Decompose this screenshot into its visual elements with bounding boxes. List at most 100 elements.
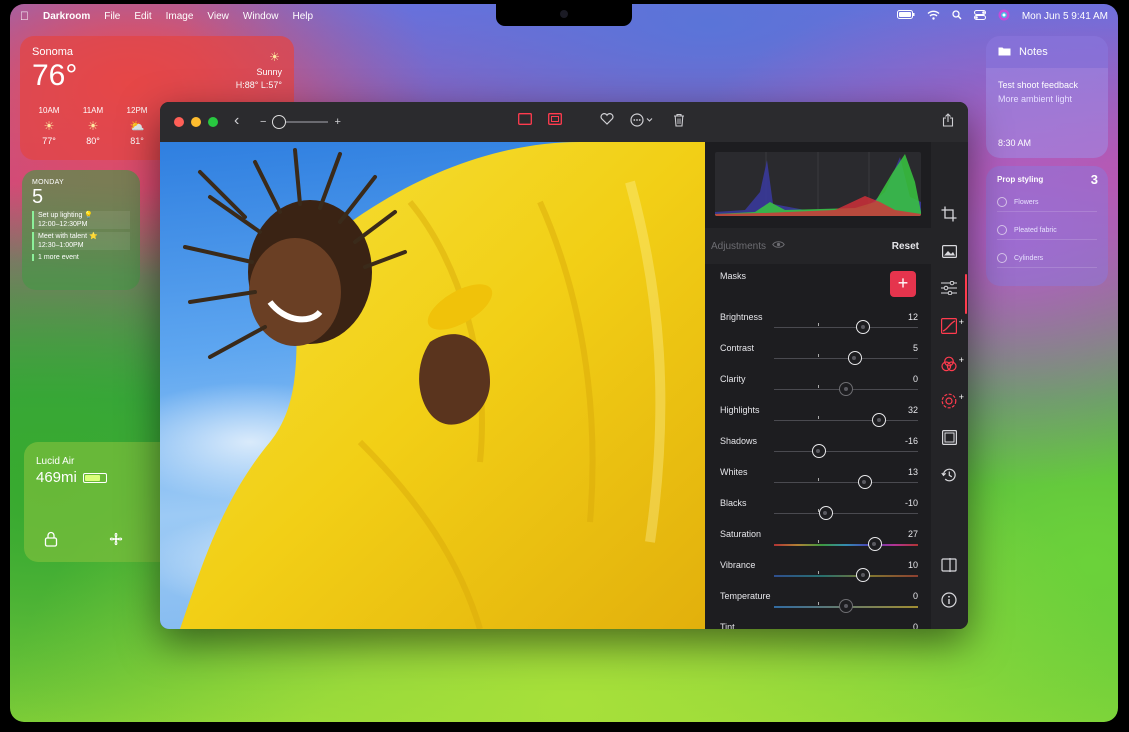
curves-icon[interactable]: + xyxy=(939,317,964,338)
color-icon[interactable]: + xyxy=(939,355,964,376)
crop-icon[interactable] xyxy=(939,206,959,226)
menu-file[interactable]: File xyxy=(104,11,120,22)
reminder-checkbox[interactable] xyxy=(997,225,1007,235)
wifi-icon[interactable] xyxy=(927,10,940,23)
fan-icon[interactable] xyxy=(108,531,124,550)
reset-button[interactable]: Reset xyxy=(892,241,919,252)
crop-preview-icon[interactable] xyxy=(548,113,562,128)
reminder-item[interactable]: Cylinders xyxy=(997,253,1097,268)
more-options-icon[interactable] xyxy=(630,113,658,130)
menu-window[interactable]: Window xyxy=(243,11,279,22)
slider-knob[interactable] xyxy=(811,444,826,458)
zoom-in-icon[interactable]: + xyxy=(334,116,340,128)
slider-label: Shadows xyxy=(720,436,758,446)
slider-track[interactable] xyxy=(774,358,918,359)
reminder-checkbox[interactable] xyxy=(997,253,1007,263)
menu-image[interactable]: Image xyxy=(166,11,194,22)
back-icon[interactable]: ‹ xyxy=(234,112,239,130)
reminder-label: Flowers xyxy=(1014,198,1039,206)
weather-high-low: H:88° L:57° xyxy=(235,80,282,90)
eye-icon[interactable] xyxy=(772,240,785,252)
reminder-checkbox[interactable] xyxy=(997,197,1007,207)
calendar-widget[interactable]: MONDAY 5 Set up lighting 💡 12:00–12:30PM… xyxy=(22,170,140,290)
slider-track[interactable] xyxy=(774,575,918,577)
frame-icon[interactable] xyxy=(939,430,959,450)
slider-value[interactable]: 0 xyxy=(913,374,918,384)
slider-value[interactable]: 10 xyxy=(908,560,918,570)
slider-label: Blacks xyxy=(720,498,747,508)
minimize-button[interactable] xyxy=(191,117,201,127)
slider-label: Brightness xyxy=(720,312,763,322)
slider-knob[interactable] xyxy=(856,320,871,334)
calendar-more-events[interactable]: 1 more event xyxy=(32,254,130,261)
share-icon[interactable] xyxy=(942,113,954,130)
zoom-button[interactable] xyxy=(208,117,218,127)
slider-value[interactable]: 5 xyxy=(913,343,918,353)
app-menu[interactable]: Darkroom xyxy=(43,11,90,22)
split-view-icon[interactable] xyxy=(939,558,959,578)
slider-track[interactable] xyxy=(774,482,918,483)
calendar-day: 5 xyxy=(32,186,44,208)
slider-knob[interactable] xyxy=(818,506,833,520)
calendar-event[interactable]: Set up lighting 💡 12:00–12:30PM xyxy=(32,211,130,229)
compare-icon[interactable] xyxy=(518,113,532,128)
info-icon[interactable] xyxy=(939,592,959,612)
slider-track[interactable] xyxy=(774,544,918,546)
car-name: Lucid Air xyxy=(36,456,75,467)
add-mask-button[interactable]: + xyxy=(890,271,916,297)
slider-value[interactable]: 27 xyxy=(908,529,918,539)
notes-widget[interactable]: Notes Test shoot feedback More ambient l… xyxy=(986,36,1108,158)
slider-value[interactable]: 0 xyxy=(913,591,918,601)
siri-icon[interactable] xyxy=(998,9,1010,24)
slider-knob[interactable] xyxy=(857,475,872,489)
zoom-knob[interactable] xyxy=(272,115,287,129)
slider-value[interactable]: -16 xyxy=(905,436,918,446)
search-icon[interactable] xyxy=(952,9,962,23)
slider-label: Contrast xyxy=(720,343,755,353)
reminders-widget[interactable]: Prop styling 3 Flowers Pleated fabric Cy… xyxy=(986,166,1108,286)
note-preview[interactable]: Test shoot feedback More ambient light xyxy=(986,68,1108,116)
adjustments-sliders-icon[interactable] xyxy=(939,280,959,301)
calendar-event[interactable]: Meet with talent ⭐ 12:30–1:00PM xyxy=(32,232,130,250)
slider-track[interactable] xyxy=(774,327,918,328)
heart-icon[interactable] xyxy=(600,113,614,128)
slider-track[interactable] xyxy=(774,513,918,514)
hour-time: 11AM xyxy=(82,106,104,115)
slider-track[interactable] xyxy=(774,451,918,452)
slider-knob[interactable] xyxy=(839,599,853,613)
battery-icon[interactable] xyxy=(896,10,915,22)
control-center-icon[interactable] xyxy=(973,9,986,23)
slider-knob[interactable] xyxy=(867,537,882,551)
reminder-item[interactable]: Pleated fabric xyxy=(997,225,1097,240)
menu-help[interactable]: Help xyxy=(292,11,313,22)
slider-knob[interactable] xyxy=(856,568,871,582)
menu-view[interactable]: View xyxy=(207,11,229,22)
sun-icon: ☀ xyxy=(269,50,280,64)
menubar-clock[interactable]: Mon Jun 5 9:41 AM xyxy=(1022,11,1108,22)
zoom-slider[interactable]: − + xyxy=(260,115,341,129)
slider-knob[interactable] xyxy=(847,351,862,365)
apple-menu-icon[interactable]:  xyxy=(20,9,29,23)
lock-icon[interactable] xyxy=(44,531,58,550)
trash-icon[interactable] xyxy=(673,113,685,130)
close-button[interactable] xyxy=(174,117,184,127)
slider-track[interactable] xyxy=(774,420,918,421)
event-title: Set up lighting 💡 xyxy=(38,212,94,219)
slider-value[interactable]: 13 xyxy=(908,467,918,477)
slider-value[interactable]: 32 xyxy=(908,405,918,415)
slider-knob[interactable] xyxy=(872,413,887,427)
partly-cloudy-icon: ⛅ xyxy=(129,119,145,133)
image-icon[interactable] xyxy=(939,244,959,264)
zoom-track[interactable] xyxy=(272,115,329,129)
slider-value[interactable]: 0 xyxy=(913,622,918,629)
history-icon[interactable] xyxy=(939,467,959,487)
reminder-item[interactable]: Flowers xyxy=(997,197,1097,212)
vignette-icon[interactable]: + xyxy=(939,392,964,413)
zoom-out-icon[interactable]: − xyxy=(260,116,266,128)
slider-value[interactable]: 12 xyxy=(908,312,918,322)
slider-knob[interactable] xyxy=(839,382,853,396)
menu-edit[interactable]: Edit xyxy=(134,11,151,22)
slider-value[interactable]: -10 xyxy=(905,498,918,508)
car-widget[interactable]: Lucid Air 469mi xyxy=(24,442,174,562)
photo-canvas[interactable] xyxy=(160,142,705,629)
